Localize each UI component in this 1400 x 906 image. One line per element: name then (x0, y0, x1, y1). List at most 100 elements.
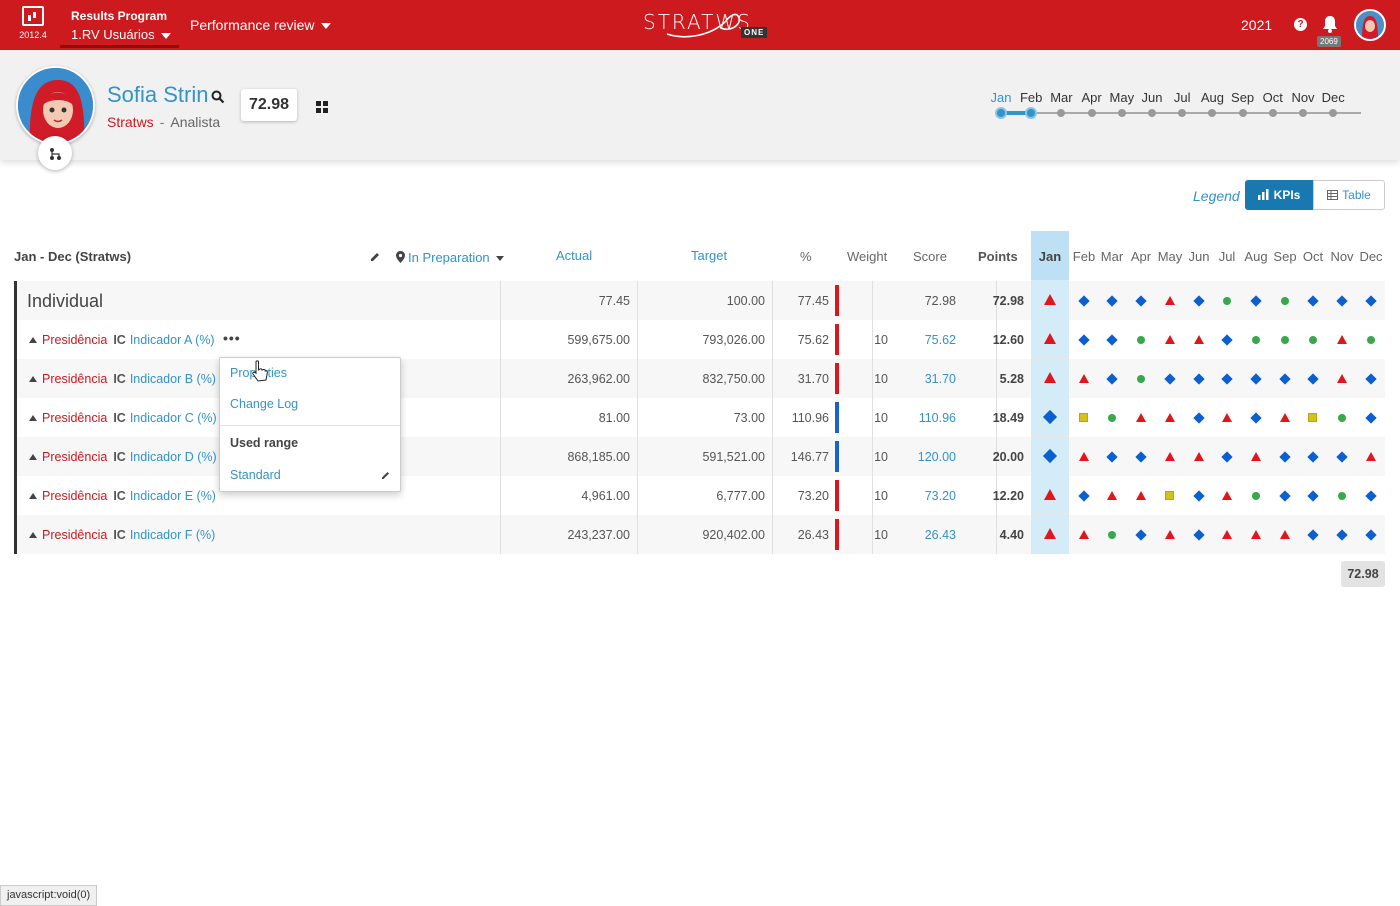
cell-score[interactable]: 120.00 (918, 450, 956, 464)
slider-month-aug[interactable]: Aug (1201, 90, 1224, 105)
user-avatar[interactable] (1354, 9, 1386, 41)
indicator-department[interactable]: Presidência (42, 411, 107, 425)
header-actual[interactable]: Actual (556, 248, 592, 263)
green-circle-icon (1108, 531, 1116, 539)
cell-percent: 26.43 (797, 528, 829, 542)
header-month-jun[interactable]: Jun (1189, 249, 1210, 264)
indicator-name-link[interactable]: Indicador A (%) (130, 333, 215, 347)
cell-score[interactable]: 75.62 (925, 333, 956, 347)
chevron-down-icon (320, 23, 331, 30)
indicator-department[interactable]: Presidência (42, 528, 107, 542)
app-home-button[interactable]: 2012.4 (10, 6, 56, 40)
indicator-name-link[interactable]: Indicador F (%) (130, 528, 215, 542)
cell-score[interactable]: 73.20 (925, 489, 956, 503)
pencil-icon[interactable] (381, 470, 391, 480)
slider-month-sep[interactable]: Sep (1231, 90, 1254, 105)
slider-handle[interactable] (1025, 107, 1038, 119)
more-options-icon[interactable]: ••• (223, 330, 241, 346)
cell-weight: 10 (874, 528, 888, 542)
column-divider (772, 398, 773, 437)
performance-review-menu[interactable]: Performance review (190, 17, 331, 33)
red-triangle-icon (1280, 413, 1290, 422)
cell-score: 72.98 (924, 294, 956, 308)
indicator-type: IC (113, 333, 126, 347)
notification-badge: 2069 (1317, 36, 1341, 47)
summary-label: Individual (27, 291, 104, 311)
top-bar: 2012.4 Results Program 1.RV Usuários Per… (0, 0, 1400, 50)
hierarchy-icon (50, 147, 61, 160)
header-month-dec[interactable]: Dec (1359, 249, 1382, 264)
red-triangle-icon (1136, 491, 1146, 500)
bell-icon[interactable] (1322, 15, 1338, 33)
status-dropdown[interactable]: In Preparation (396, 250, 504, 265)
profile-org[interactable]: Stratws (107, 114, 154, 130)
cell-points: 12.20 (992, 489, 1024, 503)
grid-view-icon[interactable] (316, 101, 328, 113)
slider-month-jul[interactable]: Jul (1174, 90, 1191, 105)
legend-link[interactable]: Legend (1193, 188, 1240, 204)
slider-month-jun[interactable]: Jun (1142, 90, 1163, 105)
total-points-badge: 72.98 (1341, 561, 1385, 587)
cell-score[interactable]: 26.43 (925, 528, 956, 542)
indicator-label: Presidência IC Indicador A (%) (29, 333, 215, 347)
cell-points: 4.40 (999, 528, 1024, 542)
header-month-jul[interactable]: Jul (1219, 249, 1236, 264)
menu-item-change-log[interactable]: Change Log (230, 397, 298, 411)
menu-item-standard[interactable]: Standard (230, 468, 281, 482)
table-view-button[interactable]: Table (1313, 180, 1385, 210)
browser-status-bar: javascript:void(0) (0, 885, 98, 906)
header-month-oct[interactable]: Oct (1303, 249, 1323, 264)
slider-month-oct[interactable]: Oct (1263, 90, 1283, 105)
pencil-icon[interactable] (369, 251, 381, 263)
month-range-slider[interactable]: Jan Feb Mar Apr May Jun Jul Aug Sep Oct Nov Dec (991, 90, 1370, 120)
kpis-view-button[interactable]: KPIs (1245, 180, 1313, 210)
header-target[interactable]: Target (691, 248, 727, 263)
slider-month-dec[interactable]: Dec (1322, 90, 1345, 105)
trend-up-icon (29, 415, 37, 421)
slider-month-jan[interactable]: Jan (991, 90, 1012, 105)
profile-score: 72.98 (241, 89, 297, 121)
indicator-department[interactable]: Presidência (42, 489, 107, 503)
org-chart-button[interactable] (38, 136, 72, 170)
header-month-mar[interactable]: Mar (1101, 249, 1123, 264)
year-selector[interactable]: 2021 (1241, 17, 1272, 33)
map-marker-icon (396, 251, 405, 263)
header-month-feb[interactable]: Feb (1073, 249, 1095, 264)
slider-month-feb[interactable]: Feb (1020, 90, 1042, 105)
cell-score[interactable]: 31.70 (925, 372, 956, 386)
profile-role: Analista (170, 114, 221, 130)
program-selector[interactable]: Results Program 1.RV Usuários (60, 0, 179, 48)
header-month-apr[interactable]: Apr (1131, 249, 1151, 264)
slider-handle[interactable] (995, 107, 1007, 119)
header-month-may[interactable]: May (1158, 249, 1183, 264)
slider-month-mar[interactable]: Mar (1050, 90, 1072, 105)
green-circle-icon (1281, 336, 1289, 344)
performance-bar (835, 441, 839, 472)
red-triangle-icon (1044, 372, 1056, 383)
slider-tick (1208, 109, 1217, 117)
header-month-nov[interactable]: Nov (1330, 249, 1353, 264)
trend-up-icon (29, 376, 37, 382)
help-icon[interactable]: ? (1294, 18, 1307, 31)
indicator-name-link[interactable]: Indicador B (%) (130, 372, 216, 386)
cell-target: 920,402.00 (702, 528, 765, 542)
indicator-department[interactable]: Presidência (42, 333, 107, 347)
indicator-department[interactable]: Presidência (42, 372, 107, 386)
indicator-department[interactable]: Presidência (42, 450, 107, 464)
indicator-name-link[interactable]: Indicador C (%) (130, 411, 217, 425)
cell-points: 20.00 (992, 450, 1024, 464)
cell-score[interactable]: 110.96 (919, 411, 956, 425)
slider-month-nov[interactable]: Nov (1291, 90, 1314, 105)
slider-month-may[interactable]: May (1110, 90, 1135, 105)
green-circle-icon (1309, 336, 1317, 344)
header-month-aug[interactable]: Aug (1244, 249, 1267, 264)
red-triangle-icon (1165, 296, 1175, 305)
header-month-sep[interactable]: Sep (1273, 249, 1296, 264)
header-month-jan[interactable]: Jan (1039, 249, 1061, 264)
search-icon[interactable] (211, 90, 225, 104)
name-cell: Presidência IC Indicador F (%) (17, 515, 501, 554)
indicator-name-link[interactable]: Indicador E (%) (130, 489, 216, 503)
slider-month-apr[interactable]: Apr (1081, 90, 1101, 105)
indicator-name-link[interactable]: Indicador D (%) (130, 450, 217, 464)
blue-diamond-icon (1042, 448, 1058, 464)
